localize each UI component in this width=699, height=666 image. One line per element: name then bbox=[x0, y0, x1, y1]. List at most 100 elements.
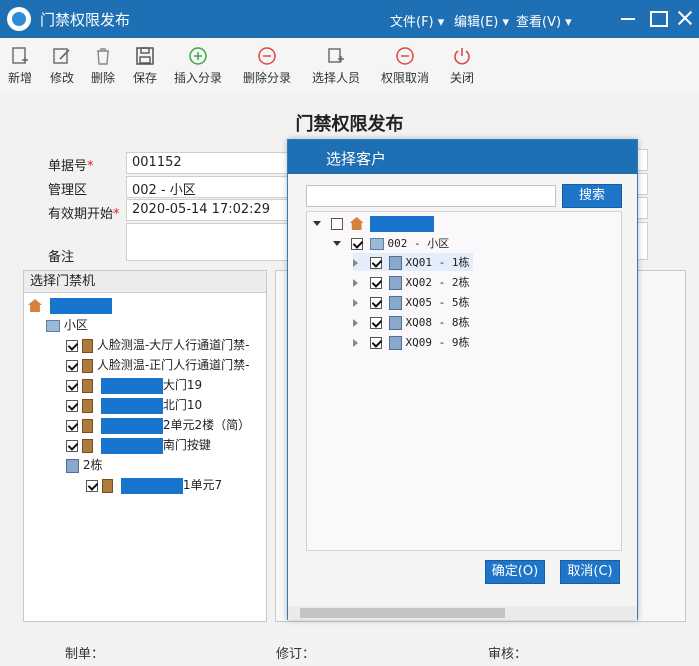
plus-circle-icon bbox=[189, 47, 207, 65]
tree-area[interactable]: 002 - 小区 bbox=[333, 234, 449, 252]
device-item[interactable]: 人脸测温-正门人行通道门禁- bbox=[66, 356, 250, 374]
remark-field[interactable] bbox=[126, 223, 291, 261]
tree-root[interactable] bbox=[28, 296, 112, 314]
new-doc-icon bbox=[12, 47, 28, 64]
horizontal-scrollbar[interactable] bbox=[288, 606, 637, 620]
door-icon bbox=[102, 478, 113, 493]
app-logo-icon bbox=[7, 7, 31, 31]
tree-building[interactable]: 2栋 bbox=[66, 456, 102, 474]
expand-icon[interactable] bbox=[333, 241, 341, 246]
edit-button[interactable]: 修改 bbox=[50, 46, 74, 86]
valid-from-field[interactable]: 2020-05-14 17:02:29 bbox=[126, 199, 291, 221]
scrollbar-thumb[interactable] bbox=[300, 608, 505, 618]
redacted-text bbox=[100, 377, 163, 394]
community-icon bbox=[369, 237, 384, 250]
door-icon bbox=[82, 418, 93, 433]
dialog-search-button[interactable]: 搜索 bbox=[562, 184, 622, 208]
menu-view[interactable]: 查看(V) ▾ bbox=[516, 11, 572, 30]
root-checkbox[interactable] bbox=[330, 217, 343, 230]
dialog-ok-button[interactable]: 确定(O) bbox=[485, 560, 545, 584]
device-checkbox[interactable] bbox=[66, 419, 78, 432]
door-icon bbox=[82, 438, 93, 453]
device-panel-title: 选择门禁机 bbox=[24, 271, 266, 293]
expand-icon[interactable] bbox=[353, 278, 358, 287]
window-title: 门禁权限发布 bbox=[40, 11, 131, 29]
device-item[interactable]: 南门按键 bbox=[66, 436, 211, 454]
device-item[interactable]: 北门10 bbox=[66, 396, 202, 414]
building-node[interactable]: XQ08 - 8栋 bbox=[353, 313, 469, 331]
device-checkbox[interactable] bbox=[66, 439, 78, 452]
page-title: 门禁权限发布 bbox=[295, 114, 404, 135]
insert-entry-button[interactable]: 插入分录 bbox=[174, 46, 222, 86]
doc-no-field[interactable]: 001152 bbox=[126, 152, 291, 174]
building-checkbox[interactable] bbox=[369, 336, 382, 349]
device-checkbox[interactable] bbox=[66, 399, 78, 412]
expand-icon[interactable] bbox=[353, 298, 358, 307]
home-icon bbox=[349, 217, 364, 230]
device-item[interactable]: 2单元2楼（简） bbox=[66, 416, 250, 434]
dialog-cancel-button[interactable]: 取消(C) bbox=[560, 560, 620, 584]
minus-circle-icon bbox=[258, 47, 276, 65]
building-node[interactable]: XQ01 - 1栋 bbox=[353, 253, 474, 271]
dialog-title: 选择客户 bbox=[288, 140, 637, 174]
area-checkbox[interactable] bbox=[350, 237, 363, 250]
device-item[interactable]: 1单元7 bbox=[86, 476, 222, 494]
home-icon bbox=[28, 299, 42, 312]
building-checkbox[interactable] bbox=[369, 276, 382, 289]
expand-icon[interactable] bbox=[353, 318, 358, 327]
creator-label: 制单： bbox=[65, 647, 105, 662]
area-label: 管理区 bbox=[48, 183, 88, 198]
device-checkbox[interactable] bbox=[66, 379, 78, 392]
expand-icon[interactable] bbox=[313, 221, 321, 226]
building-checkbox[interactable] bbox=[369, 316, 382, 329]
delete-entry-button[interactable]: 删除分录 bbox=[243, 46, 291, 86]
area-field[interactable]: 002 - 小区 bbox=[126, 176, 291, 198]
door-icon bbox=[82, 358, 93, 373]
doc-no-label: 单据号* bbox=[48, 159, 94, 174]
building-node[interactable]: XQ02 - 2栋 bbox=[353, 273, 469, 291]
menu-file[interactable]: 文件(F) ▾ bbox=[390, 11, 444, 30]
title-bar: 门禁权限发布 文件(F) ▾ 编辑(E) ▾ 查看(V) ▾ bbox=[0, 0, 699, 38]
power-icon bbox=[454, 48, 470, 65]
community-icon bbox=[46, 319, 60, 332]
menu-edit[interactable]: 编辑(E) ▾ bbox=[454, 11, 509, 30]
redacted-text bbox=[120, 477, 183, 494]
device-checkbox[interactable] bbox=[66, 359, 78, 372]
add-person-icon bbox=[328, 48, 344, 63]
device-checkbox[interactable] bbox=[66, 339, 78, 352]
device-item[interactable]: 人脸测温-大厅人行通道门禁- bbox=[66, 336, 250, 354]
valid-from-label: 有效期开始* bbox=[48, 207, 120, 222]
device-panel: 选择门禁机 小区 人脸测温-大厅人行通道门禁- 人脸测温-正门人行通道门禁- 大… bbox=[23, 270, 267, 622]
revoke-button[interactable]: 权限取消 bbox=[381, 46, 429, 86]
minimize-button[interactable] bbox=[616, 6, 640, 30]
redacted-text bbox=[370, 215, 435, 232]
door-icon bbox=[82, 398, 93, 413]
edit-icon bbox=[53, 48, 70, 64]
tree-community[interactable]: 小区 bbox=[46, 316, 88, 334]
expand-icon[interactable] bbox=[353, 258, 358, 267]
toolbar: 新增 修改 删除 保存 插入分录 删除分录 选择人员 权限取消 关闭 bbox=[0, 38, 699, 92]
door-icon bbox=[82, 338, 93, 353]
trash-icon bbox=[97, 48, 109, 65]
close-button[interactable]: 关闭 bbox=[450, 46, 474, 86]
save-button[interactable]: 保存 bbox=[133, 46, 157, 86]
delete-button[interactable]: 删除 bbox=[91, 46, 115, 86]
device-checkbox[interactable] bbox=[86, 479, 98, 492]
new-button[interactable]: 新增 bbox=[8, 46, 32, 86]
select-person-button[interactable]: 选择人员 bbox=[312, 46, 360, 86]
building-checkbox[interactable] bbox=[369, 256, 382, 269]
building-icon bbox=[388, 255, 402, 270]
building-checkbox[interactable] bbox=[369, 296, 382, 309]
building-icon bbox=[388, 335, 402, 350]
building-node[interactable]: XQ09 - 9栋 bbox=[353, 333, 469, 351]
expand-icon[interactable] bbox=[353, 338, 358, 347]
select-customer-dialog: 选择客户 搜索 002 - 小区 XQ01 - 1栋 XQ02 - 2栋 XQ0… bbox=[287, 139, 638, 620]
device-item[interactable]: 大门19 bbox=[66, 376, 202, 394]
reviser-label: 修订： bbox=[276, 647, 316, 662]
door-icon bbox=[82, 378, 93, 393]
dialog-search-input[interactable] bbox=[306, 185, 556, 207]
tree-root[interactable] bbox=[313, 214, 435, 232]
close-window-button[interactable] bbox=[674, 6, 698, 30]
maximize-button[interactable] bbox=[646, 6, 670, 30]
building-node[interactable]: XQ05 - 5栋 bbox=[353, 293, 469, 311]
